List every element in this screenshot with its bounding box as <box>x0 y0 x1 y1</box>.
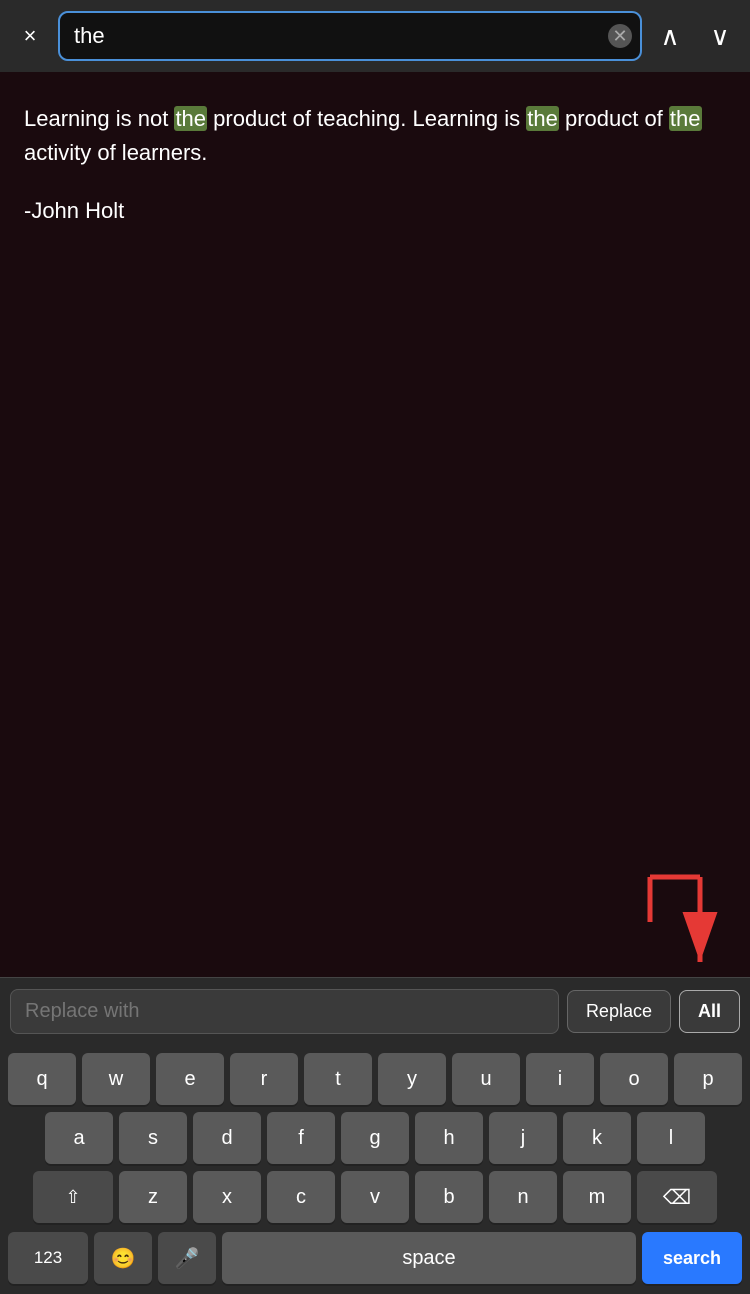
nav-arrows: ∧ ∨ <box>652 18 738 54</box>
keyboard-row-2: a s d f g h j k l <box>4 1112 746 1164</box>
key-w[interactable]: w <box>82 1053 150 1105</box>
key-e[interactable]: e <box>156 1053 224 1105</box>
key-j[interactable]: j <box>489 1112 557 1164</box>
key-space[interactable]: space <box>222 1232 636 1284</box>
close-button[interactable]: × <box>12 18 48 54</box>
key-search[interactable]: search <box>642 1232 742 1284</box>
keyboard: q w e r t y u i o p a s d f g h j k l ⇧ … <box>0 1045 750 1294</box>
search-input-wrapper: ✕ <box>58 11 642 61</box>
key-y[interactable]: y <box>378 1053 446 1105</box>
key-v[interactable]: v <box>341 1171 409 1223</box>
key-s[interactable]: s <box>119 1112 187 1164</box>
search-input[interactable] <box>58 11 642 61</box>
key-k[interactable]: k <box>563 1112 631 1164</box>
nav-down-button[interactable]: ∨ <box>702 18 738 54</box>
keyboard-bottom-row: 123 😊 🎤 space search <box>4 1230 746 1290</box>
highlight-the-1: the <box>174 106 207 131</box>
replace-input[interactable] <box>10 989 559 1034</box>
keyboard-row-3: ⇧ z x c v b n m ⌫ <box>4 1171 746 1223</box>
key-l[interactable]: l <box>637 1112 705 1164</box>
key-z[interactable]: z <box>119 1171 187 1223</box>
key-emoji[interactable]: 😊 <box>94 1232 152 1284</box>
key-c[interactable]: c <box>267 1171 335 1223</box>
key-n[interactable]: n <box>489 1171 557 1223</box>
key-backspace[interactable]: ⌫ <box>637 1171 717 1223</box>
replace-bar: Replace All <box>0 977 750 1045</box>
key-r[interactable]: r <box>230 1053 298 1105</box>
clear-input-button[interactable]: ✕ <box>608 24 632 48</box>
quote-text-before: Learning is not <box>24 106 174 131</box>
key-a[interactable]: a <box>45 1112 113 1164</box>
key-t[interactable]: t <box>304 1053 372 1105</box>
key-mic[interactable]: 🎤 <box>158 1232 216 1284</box>
quote-text-end: activity of learners. <box>24 140 207 165</box>
quote-text-after: product of <box>559 106 669 131</box>
key-m[interactable]: m <box>563 1171 631 1223</box>
key-q[interactable]: q <box>8 1053 76 1105</box>
key-b[interactable]: b <box>415 1171 483 1223</box>
quote-text: Learning is not the product of teaching.… <box>24 102 726 170</box>
replace-all-button[interactable]: All <box>679 990 740 1033</box>
key-i[interactable]: i <box>526 1053 594 1105</box>
key-f[interactable]: f <box>267 1112 335 1164</box>
key-h[interactable]: h <box>415 1112 483 1164</box>
key-shift[interactable]: ⇧ <box>33 1171 113 1223</box>
key-p[interactable]: p <box>674 1053 742 1105</box>
key-x[interactable]: x <box>193 1171 261 1223</box>
key-numbers[interactable]: 123 <box>8 1232 88 1284</box>
key-u[interactable]: u <box>452 1053 520 1105</box>
search-bar: × ✕ ∧ ∨ <box>0 0 750 72</box>
highlight-the-3: the <box>669 106 702 131</box>
key-d[interactable]: d <box>193 1112 261 1164</box>
highlight-the-2: the <box>526 106 559 131</box>
replace-button[interactable]: Replace <box>567 990 671 1033</box>
content-area: Learning is not the product of teaching.… <box>0 72 750 977</box>
author-text: -John Holt <box>24 194 726 228</box>
keyboard-row-1: q w e r t y u i o p <box>4 1053 746 1105</box>
replace-section: Replace All <box>0 977 750 1045</box>
quote-text-middle: product of teaching. Learning is <box>207 106 526 131</box>
nav-up-button[interactable]: ∧ <box>652 18 688 54</box>
key-g[interactable]: g <box>341 1112 409 1164</box>
key-o[interactable]: o <box>600 1053 668 1105</box>
